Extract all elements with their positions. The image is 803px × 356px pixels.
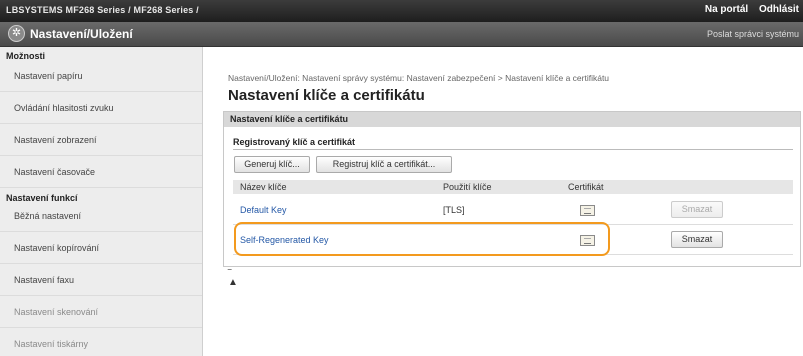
sidebar-divider [0, 123, 202, 124]
sidebar-item-volume[interactable]: Ovládání hlasitosti zvuku [14, 103, 114, 113]
sidebar-divider [0, 263, 202, 264]
sidebar-item-timer[interactable]: Nastavení časovače [14, 167, 95, 177]
panel-heading: Nastavení klíče a certifikátu [230, 114, 349, 124]
portal-link[interactable]: Na portál [705, 4, 748, 15]
register-key-button[interactable]: Registruj klíč a certifikát... [316, 156, 452, 173]
sidebar-item-fax[interactable]: Nastavení faxu [14, 275, 74, 285]
sidebar-divider [0, 91, 202, 92]
logout-link[interactable]: Odhlásit [759, 4, 799, 15]
sidebar-divider [0, 155, 202, 156]
sidebar-item-copy[interactable]: Nastavení kopírování [14, 243, 99, 253]
key-name-link[interactable]: Default Key [240, 205, 287, 215]
sidebar-item-printer[interactable]: Nastavení tiskárny [14, 339, 88, 349]
go-to-top-icon[interactable]: ‾ ▲ [228, 270, 238, 288]
top-bar: LBSYSTEMS MF268 Series / MF268 Series / … [0, 0, 803, 22]
settings-logo-icon: ✲ [8, 25, 25, 42]
certificate-icon[interactable] [580, 235, 595, 246]
app-title: Nastavení/Uložení [30, 27, 133, 41]
sidebar-item-display[interactable]: Nastavení zobrazení [14, 135, 97, 145]
sidebar-divider [0, 295, 202, 296]
main-content: Nastavení/Uložení: Nastavení správy syst… [203, 47, 803, 356]
table-row: Default Key [TLS] Smazat [233, 196, 793, 225]
page-title: Nastavení klíče a certifikátu [228, 87, 425, 104]
sidebar-item-paper-settings[interactable]: Nastavení papíru [14, 71, 83, 81]
key-usage: [TLS] [443, 205, 465, 215]
sidebar: Možnosti Nastavení papíru Ovládání hlasi… [0, 47, 203, 356]
sidebar-heading-options: Možnosti [6, 51, 45, 61]
heading-divider [233, 149, 793, 150]
device-title: LBSYSTEMS MF268 Series / MF268 Series / [6, 5, 199, 15]
table-row: Self-Regenerated Key Smazat [233, 226, 793, 255]
delete-button[interactable]: Smazat [671, 231, 723, 248]
sidebar-item-scan[interactable]: Nastavení skenování [14, 307, 98, 317]
breadcrumb: Nastavení/Uložení: Nastavení správy syst… [228, 73, 610, 83]
header-band: ✲ Nastavení/Uložení Poslat správci systé… [0, 22, 803, 47]
column-key-usage: Použití klíče [443, 182, 492, 192]
sidebar-divider [0, 327, 202, 328]
table-header: Název klíče Použití klíče Certifikát [233, 180, 793, 194]
top-links: Na portál Odhlásit [697, 4, 799, 15]
sidebar-divider [0, 231, 202, 232]
panel-header: Nastavení klíče a certifikátu [224, 112, 800, 127]
registered-keys-heading: Registrovaný klíč a certifikát [233, 137, 356, 147]
column-certificate: Certifikát [568, 182, 604, 192]
sidebar-divider [0, 187, 202, 188]
generate-key-button[interactable]: Generuj klíč... [234, 156, 310, 173]
sidebar-heading-functions: Nastavení funkcí [6, 193, 78, 203]
column-key-name: Název klíče [240, 182, 287, 192]
key-cert-panel: Nastavení klíče a certifikátu Registrova… [223, 111, 801, 267]
delete-button[interactable]: Smazat [671, 201, 723, 218]
send-to-admin-link[interactable]: Poslat správci systému [707, 29, 799, 39]
sidebar-item-common[interactable]: Běžná nastavení [14, 211, 81, 221]
certificate-icon[interactable] [580, 205, 595, 216]
key-name-link[interactable]: Self-Regenerated Key [240, 235, 329, 245]
